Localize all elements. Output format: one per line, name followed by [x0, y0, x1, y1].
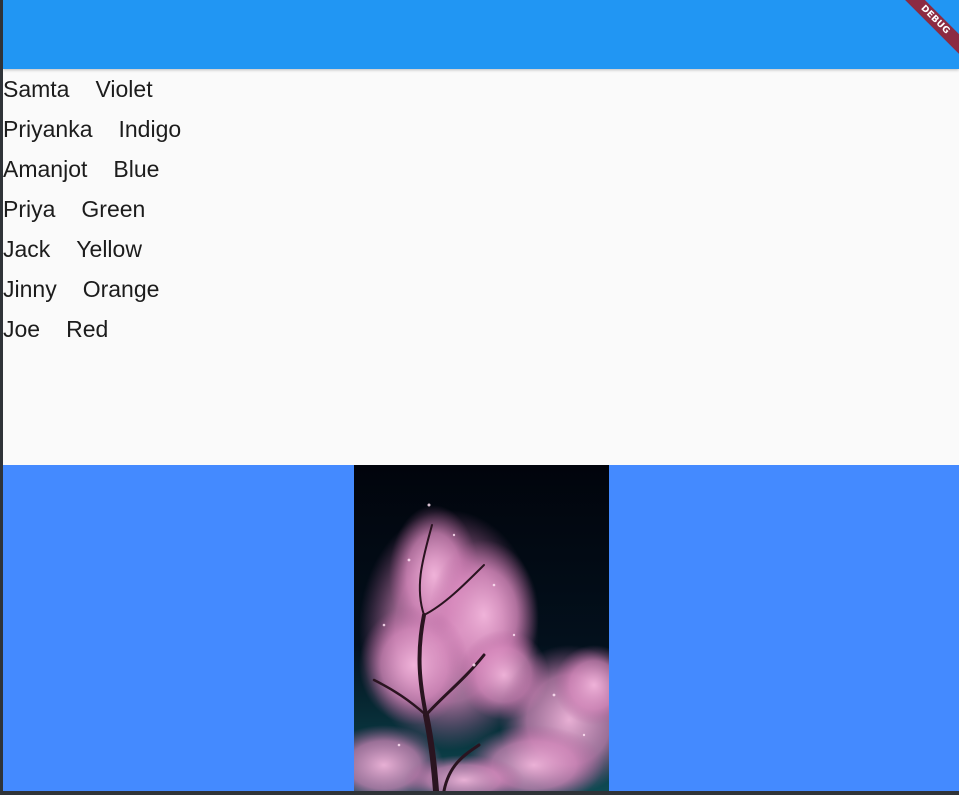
- person-color: Orange: [82, 275, 160, 302]
- person-name: Samta: [3, 75, 70, 102]
- app-bar: [3, 0, 959, 69]
- image-panel: [3, 465, 959, 791]
- person-name: Priyanka: [3, 115, 93, 142]
- list-item: Jinny Orange: [3, 269, 959, 309]
- list-item: Joe Red: [3, 309, 959, 349]
- people-list: Samta Violet Priyanka Indigo Amanjot Blue P…: [3, 69, 959, 465]
- person-name: Jinny: [3, 275, 57, 302]
- blossom-tree-image: [354, 465, 609, 791]
- person-color: Red: [66, 315, 109, 342]
- person-color: Green: [81, 195, 146, 222]
- person-color: Indigo: [118, 115, 182, 142]
- list-item: Priyanka Indigo: [3, 109, 959, 149]
- person-color: Violet: [95, 75, 153, 102]
- person-name: Jack: [3, 235, 51, 262]
- list-item: Jack Yellow: [3, 229, 959, 269]
- list-item: Priya Green: [3, 189, 959, 229]
- app-window: DEBUG Samta Violet Priyanka Indigo Amanjot…: [3, 0, 959, 791]
- person-name: Priya: [3, 195, 56, 222]
- person-color: Blue: [113, 155, 160, 182]
- person-name: Joe: [3, 315, 41, 342]
- person-color: Yellow: [76, 235, 142, 262]
- list-item: Amanjot Blue: [3, 149, 959, 189]
- person-name: Amanjot: [3, 155, 88, 182]
- list-item: Samta Violet: [3, 69, 959, 109]
